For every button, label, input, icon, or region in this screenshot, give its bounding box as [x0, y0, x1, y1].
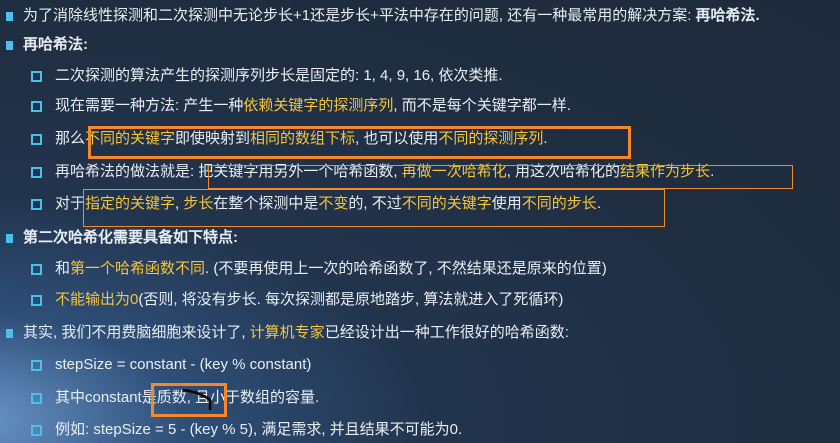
- hollow-square-bullet-icon: [31, 294, 42, 306]
- hollow-square-bullet-icon: [31, 392, 42, 404]
- text-segment: 再哈希法.: [695, 7, 760, 24]
- square-bullet-icon: [6, 40, 13, 50]
- highlight-box-step-rule: [83, 189, 665, 227]
- text-segment: 其实, 我们不用费脑细胞来设计了,: [23, 324, 250, 341]
- bullet-item: 第二次哈希化需要具备如下特点:: [6, 228, 238, 248]
- text-segment: . (不要再使用上一次的哈希函数了, 不然结果还是原来的位置): [205, 260, 607, 277]
- highlight-box-rehash-method: [208, 165, 793, 189]
- hollow-square-bullet-icon: [31, 166, 42, 178]
- text-segment: 二次探测的算法产生的探测序列步长是固定的: 1, 4, 9, 16, 依次类推.: [55, 67, 503, 84]
- text-segment: (否则, 将没有步长. 每次探测都是原地踏步, 算法就进入了死循环): [138, 291, 564, 308]
- highlight-box-different-keys: [88, 126, 631, 159]
- highlighted-text: 不能输出为0: [55, 291, 139, 308]
- bullet-item: 为了消除线性探测和二次探测中无论步长+1还是步长+平法中存在的问题, 还有一种最…: [6, 6, 760, 26]
- text-segment: 再哈希法:: [23, 36, 88, 53]
- hollow-square-bullet-icon: [31, 263, 42, 275]
- highlighted-text: 计算机专家: [249, 324, 325, 341]
- hollow-square-bullet-icon: [31, 133, 42, 145]
- bullet-item: 其实, 我们不用费脑细胞来设计了, 计算机专家已经设计出一种工作很好的哈希函数:: [6, 323, 569, 343]
- text-segment: , 而不是每个关键字都一样.: [393, 97, 571, 114]
- text-segment: 第二次哈希化需要具备如下特点:: [23, 229, 238, 246]
- text-segment: 现在需要一种方法: 产生一种: [55, 97, 244, 114]
- hollow-square-bullet-icon: [31, 100, 42, 112]
- text-segment: 对于: [55, 195, 86, 212]
- square-bullet-icon: [6, 328, 13, 338]
- text-segment: stepSize = constant - (key % constant): [55, 356, 312, 373]
- hollow-square-bullet-icon: [31, 424, 42, 436]
- hollow-square-bullet-icon: [31, 70, 42, 82]
- text-segment: 为了消除线性探测和二次探测中无论步长+1还是步长+平法中存在的问题, 还有一种最…: [23, 7, 696, 24]
- sub-bullet-item: stepSize = constant - (key % constant): [31, 355, 311, 375]
- hollow-square-bullet-icon: [31, 359, 42, 371]
- sub-bullet-item: 例如: stepSize = 5 - (key % 5), 满足需求, 并且结果…: [31, 420, 462, 440]
- text-segment: 已经设计出一种工作很好的哈希函数:: [324, 324, 569, 341]
- square-bullet-icon: [6, 233, 13, 243]
- pen-annotation-stroke: [182, 388, 212, 410]
- sub-bullet-item: 和第一个哈希函数不同. (不要再使用上一次的哈希函数了, 不然结果还是原来的位置…: [31, 259, 607, 279]
- sub-bullet-item: 不能输出为0(否则, 将没有步长. 每次探测都是原地踏步, 算法就进入了死循环): [31, 290, 563, 310]
- sub-bullet-item: 二次探测的算法产生的探测序列步长是固定的: 1, 4, 9, 16, 依次类推.: [31, 66, 503, 86]
- text-segment: 那么: [55, 130, 86, 147]
- text-segment: 和: [55, 260, 71, 277]
- text-segment: 例如: stepSize = 5 - (key % 5), 满足需求, 并且结果…: [55, 421, 463, 438]
- highlighted-text: 依赖关键字的探测序列: [243, 97, 394, 114]
- highlighted-text: 第一个哈希函数不同: [70, 260, 206, 277]
- hollow-square-bullet-icon: [31, 198, 42, 210]
- square-bullet-icon: [6, 11, 13, 21]
- sub-bullet-item: 现在需要一种方法: 产生一种依赖关键字的探测序列, 而不是每个关键字都一样.: [31, 96, 571, 116]
- bullet-item: 再哈希法:: [6, 35, 88, 55]
